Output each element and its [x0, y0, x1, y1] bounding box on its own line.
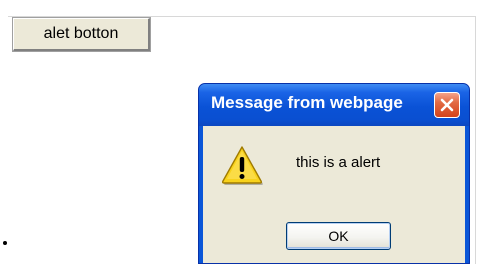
dialog-titlebar[interactable]: Message from webpage	[199, 84, 469, 126]
warning-icon	[221, 146, 263, 185]
close-icon	[440, 98, 454, 112]
dialog-title: Message from webpage	[211, 93, 403, 112]
webpage: alet botton Message from webpage this is…	[0, 0, 481, 264]
bullet-dot	[3, 241, 7, 245]
page-border-right	[475, 16, 476, 264]
close-button[interactable]	[434, 92, 460, 118]
alert-dialog: Message from webpage this is a alert OK	[198, 83, 470, 264]
alert-message: this is a alert	[296, 154, 381, 171]
page-border-top	[8, 16, 476, 17]
alert-button[interactable]: alet botton	[13, 18, 150, 51]
dialog-body: this is a alert OK	[203, 126, 465, 263]
ok-button[interactable]: OK	[286, 222, 391, 250]
